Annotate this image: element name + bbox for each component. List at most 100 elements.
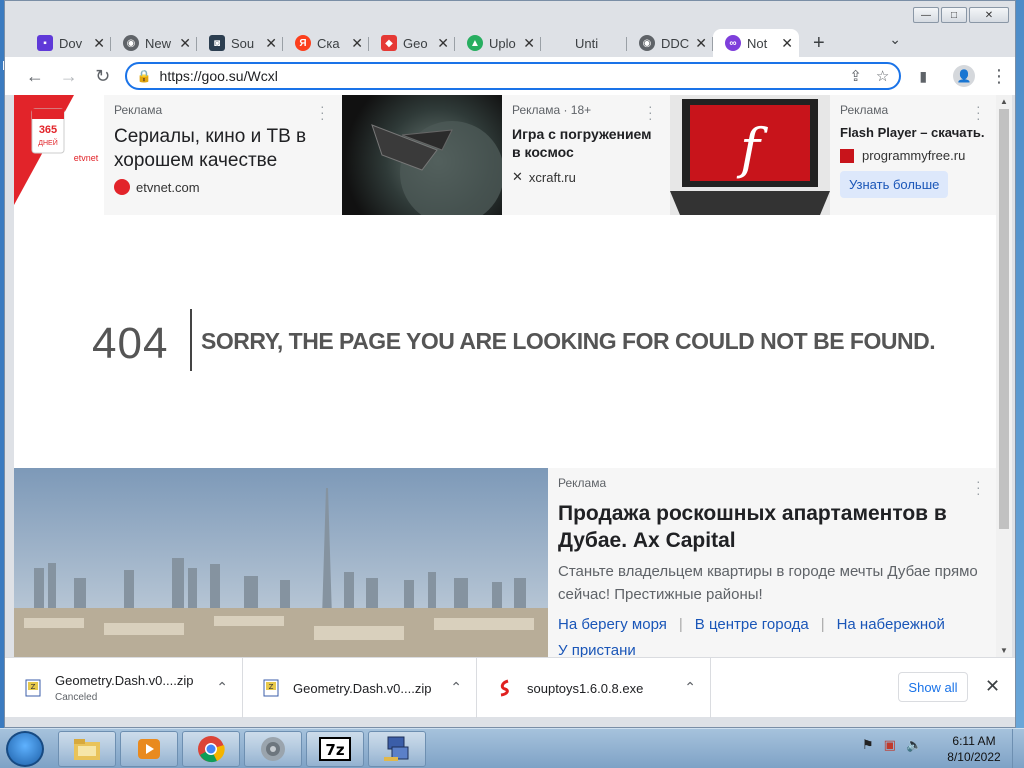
clock-date: 8/10/2022 [947, 750, 1001, 764]
start-button[interactable] [6, 731, 44, 767]
taskbar-network-app[interactable] [368, 731, 426, 767]
close-tab-icon[interactable]: ✕ [265, 35, 277, 52]
close-tab-icon[interactable]: ✕ [781, 35, 793, 52]
sitelink[interactable]: У пристани [558, 642, 636, 657]
download-options-icon[interactable]: ⌃ [450, 679, 462, 696]
ad-domain[interactable]: etvnet.com [114, 179, 334, 195]
download-filename: Geometry.Dash.v0....zip [293, 680, 432, 696]
ad-text-axcapital: Реклама Продажа роскошных апартаментов в… [558, 476, 983, 657]
maximize-button[interactable]: □ [941, 7, 967, 23]
share-icon[interactable]: ⇪ [849, 67, 862, 85]
action-center-icon[interactable]: ⚑ [862, 737, 874, 753]
tab[interactable]: ◙ Sou ✕ [197, 29, 283, 57]
tab-active[interactable]: ∞ Not ✕ [713, 29, 799, 57]
minimize-button[interactable]: — [913, 7, 939, 23]
tab[interactable]: ▲ Uplo ✕ [455, 29, 541, 57]
show-desktop-button[interactable] [1012, 729, 1024, 768]
chrome-menu-button[interactable]: ⋮ [983, 60, 1015, 92]
ad-image-xcraft[interactable] [342, 95, 504, 225]
close-downloads-bar-button[interactable]: ✕ [985, 676, 1000, 697]
download-item[interactable]: souptoys1.6.0.8.exe ⌃ [477, 658, 711, 718]
ad-card-axcapital[interactable]: Реклама Продажа роскошных апартаментов в… [14, 468, 996, 657]
tab[interactable]: ▪ Dov ✕ [25, 29, 111, 57]
tab[interactable]: Unti [541, 29, 627, 57]
ad-more-icon[interactable]: · · · [976, 99, 981, 125]
close-window-button[interactable]: ✕ [969, 7, 1009, 23]
taskbar-7zip[interactable]: 7z [306, 731, 364, 767]
sitelink[interactable]: На берегу моря [558, 616, 667, 633]
svg-text:Z: Z [31, 683, 36, 691]
taskbar-chrome[interactable] [182, 731, 240, 767]
ad-domain[interactable]: programmyfree.ru [840, 148, 985, 163]
ad-more-icon[interactable]: · · · [320, 99, 325, 125]
tab-title: New [145, 35, 172, 51]
ad-card-flash[interactable]: f Реклама Flash Player – скачать. progra… [670, 95, 996, 215]
ad-label: Реклама [114, 103, 163, 117]
tab-search-chevron-icon[interactable]: ⌄ [889, 31, 901, 48]
taskbar-media-player[interactable] [120, 731, 178, 767]
learn-more-button[interactable]: Узнать больше [840, 171, 949, 198]
download-item[interactable]: Z Geometry.Dash.v0....zip Canceled ⌃ [5, 658, 243, 718]
show-all-downloads-button[interactable]: Show all [898, 672, 968, 702]
lock-icon[interactable]: 🔒 [137, 69, 152, 83]
page-scrollbar[interactable]: ▲ ▼ [996, 95, 1012, 657]
close-tab-icon[interactable]: ✕ [523, 35, 535, 52]
ad-image-etvnet[interactable]: 365 ДНЕЙ etvnet [14, 95, 104, 215]
ad-title[interactable]: Сериалы, кино и ТВ в хорошем качестве [114, 125, 334, 173]
ad-domain[interactable]: ✕ xcraft.ru [512, 169, 662, 185]
new-tab-button[interactable]: + [813, 29, 825, 57]
window-controls: — □ ✕ [913, 7, 1009, 23]
bookmark-star-icon[interactable]: ☆ [876, 67, 889, 85]
media-player-icon [138, 739, 160, 759]
scroll-up-arrow-icon[interactable]: ▲ [996, 97, 1012, 106]
ad-more-icon[interactable]: · · · [648, 99, 653, 125]
ad-title[interactable]: Игра с погружением в космос [512, 125, 662, 161]
ad-image-dubai-skyline[interactable] [14, 468, 548, 657]
close-tab-icon[interactable]: ✕ [351, 35, 363, 52]
ad-description[interactable]: Станьте владельцем квартиры в городе меч… [558, 560, 983, 606]
close-tab-icon[interactable]: ✕ [695, 35, 707, 52]
system-clock[interactable]: 6:11 AM 8/10/2022 [942, 733, 1006, 765]
scroll-down-arrow-icon[interactable]: ▼ [996, 646, 1012, 655]
zip-file-icon: Z [263, 679, 279, 697]
close-tab-icon[interactable]: ✕ [93, 35, 105, 52]
side-panel-icon[interactable]: ▮ [907, 60, 939, 92]
ad-title[interactable]: Flash Player – скачать. [840, 125, 985, 140]
network-computer-icon [384, 736, 409, 761]
download-options-icon[interactable]: ⌃ [684, 679, 696, 696]
tab[interactable]: ◉ DDC ✕ [627, 29, 713, 57]
close-tab-icon[interactable]: ✕ [437, 35, 449, 52]
ad-title[interactable]: Продажа роскошных апартаментов в Дубае. … [558, 500, 983, 554]
page-content: 365 ДНЕЙ etvnet Реклама Сериалы, кино и … [14, 95, 996, 657]
sitelink[interactable]: На набережной [837, 616, 945, 633]
ad-domain-text: xcraft.ru [528, 169, 576, 185]
taskbar-explorer[interactable] [58, 731, 116, 767]
download-item[interactable]: Z Geometry.Dash.v0....zip ⌃ [243, 658, 477, 718]
ad-card-xcraft[interactable]: Реклама · 18+ Игра с погружением в космо… [342, 95, 670, 225]
tab[interactable]: ◉ New ✕ [111, 29, 197, 57]
ad-label: Реклама · 18+ [512, 103, 592, 117]
forward-button[interactable]: → [53, 60, 85, 92]
url-text[interactable]: https://goo.su/Wcxl [160, 68, 836, 84]
volume-icon[interactable]: 🔈 [906, 737, 922, 753]
tab[interactable]: Я Ска ✕ [283, 29, 369, 57]
address-bar[interactable]: 🔒 https://goo.su/Wcxl ⇪ ☆ [124, 62, 902, 90]
sitelink[interactable]: В центре города [695, 616, 809, 633]
ad-domain-text: programmyfree.ru [862, 148, 966, 163]
close-tab-icon[interactable]: ✕ [179, 35, 191, 52]
speaker-icon [261, 737, 285, 761]
clock-time: 6:11 AM [952, 734, 996, 748]
taskbar-speaker-app[interactable] [244, 731, 302, 767]
ad-image-flash[interactable]: f [670, 95, 830, 215]
error-code: 404 [92, 319, 169, 368]
ad-more-icon[interactable]: · · · [976, 474, 981, 500]
network-status-icon[interactable]: ▣ [884, 737, 896, 753]
browser-window: — □ ✕ ▪ Dov ✕ ◉ New ✕ ◙ Sou ✕ Я Ска ✕ ◆ Geo ✕ ▲ Upl… [4, 0, 1016, 728]
reload-button[interactable]: ↻ [87, 60, 119, 92]
scrollbar-thumb[interactable] [999, 109, 1009, 529]
ad-card-etvnet[interactable]: 365 ДНЕЙ etvnet Реклама Сериалы, кино и … [14, 95, 342, 215]
download-options-icon[interactable]: ⌃ [216, 679, 228, 696]
profile-avatar-icon[interactable]: 👤 [953, 65, 976, 87]
back-button[interactable]: ← [19, 60, 51, 92]
tab[interactable]: ◆ Geo ✕ [369, 29, 455, 57]
